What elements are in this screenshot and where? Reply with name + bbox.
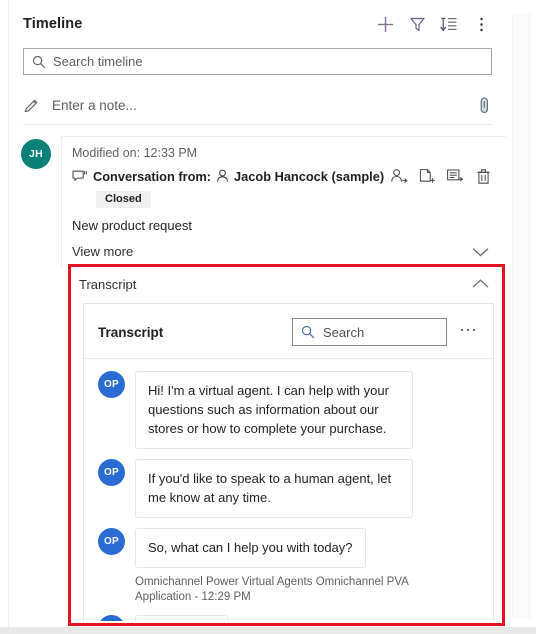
- add-record-button[interactable]: [370, 9, 400, 39]
- message-meta: Omnichannel Power Virtual Agents Omnicha…: [135, 576, 409, 603]
- transcript-search-input[interactable]: Search: [292, 318, 447, 346]
- avatar: JH: [21, 139, 51, 169]
- message-body: So, what can I help you with today? Omni…: [135, 528, 483, 605]
- page-title: Timeline: [23, 16, 83, 32]
- message-bubble: Store hours: [135, 615, 229, 621]
- transcript-message: CU Store hours: [98, 615, 483, 621]
- message-body: Store hours: [135, 615, 483, 621]
- view-more-row: View more: [72, 244, 496, 267]
- plus-icon: [376, 15, 395, 34]
- avatar: CU: [98, 615, 125, 621]
- message-bubble: Hi! I'm a virtual agent. I can help with…: [135, 371, 413, 449]
- avatar: OP: [98, 459, 125, 486]
- delete-icon[interactable]: [474, 167, 492, 185]
- add-to-queue-icon[interactable]: [418, 167, 436, 185]
- note-placeholder: Enter a note...: [52, 97, 137, 113]
- transcript-message: OP So, what can I help you with today? O…: [98, 528, 483, 605]
- avatar: OP: [98, 528, 125, 555]
- bottom-strip: [0, 627, 536, 634]
- chevron-down-icon[interactable]: [471, 246, 496, 258]
- right-rail-scroll-track[interactable]: [512, 14, 530, 618]
- message-bubble: So, what can I help you with today?: [135, 528, 366, 568]
- left-gutter: [0, 0, 9, 634]
- view-more-link[interactable]: View more: [72, 244, 133, 259]
- avatar: OP: [98, 371, 125, 398]
- header-actions: [370, 9, 496, 39]
- search-icon: [301, 325, 315, 339]
- panel-header: Timeline: [9, 0, 506, 48]
- transcript-card-title: Transcript: [98, 324, 164, 340]
- timeline-panel-root: Timeline Search timeline Enter a note...…: [0, 0, 536, 634]
- sort-descending-icon: [440, 16, 458, 33]
- filter-button[interactable]: [402, 9, 432, 39]
- transcript-message: OP Hi! I'm a virtual agent. I can help w…: [98, 371, 483, 449]
- right-rail: [505, 0, 536, 634]
- paperclip-icon[interactable]: [476, 96, 492, 115]
- chevron-up-icon[interactable]: [471, 278, 490, 290]
- note-row[interactable]: Enter a note...: [23, 88, 492, 125]
- transcript-section: Transcript Transcript Search OP Hi! I'm …: [71, 267, 502, 623]
- transcript-section-header[interactable]: Transcript: [71, 267, 502, 301]
- record-actions: [390, 167, 496, 185]
- message-body: If you'd like to speak to a human agent,…: [135, 459, 483, 518]
- status-badge: Closed: [96, 191, 151, 208]
- record-title-row: Conversation from: Jacob Hancock (sample…: [72, 167, 496, 185]
- add-note-icon[interactable]: [446, 167, 464, 185]
- sort-button[interactable]: [434, 9, 464, 39]
- transcript-card: Transcript Search OP Hi! I'm a virtual a…: [83, 303, 494, 621]
- record-card[interactable]: Modified on: 12:33 PM Conversation from:: [61, 136, 506, 267]
- search-timeline-placeholder: Search timeline: [53, 54, 143, 69]
- record-title: Conversation from:: [93, 168, 212, 184]
- more-vertical-icon: [479, 16, 484, 33]
- search-icon: [32, 55, 46, 69]
- transcript-search-placeholder: Search: [323, 324, 365, 340]
- search-row: Search timeline: [9, 48, 506, 75]
- message-body: Hi! I'm a virtual agent. I can help with…: [135, 371, 483, 449]
- transcript-section-label: Transcript: [79, 276, 137, 292]
- filter-icon: [409, 16, 426, 33]
- record-modified-on: Modified on: 12:33 PM: [72, 146, 198, 160]
- more-commands-button[interactable]: [466, 9, 496, 39]
- record-person-link[interactable]: Jacob Hancock (sample): [234, 169, 384, 184]
- assign-icon[interactable]: [390, 167, 408, 185]
- transcript-message: OP If you'd like to speak to a human age…: [98, 459, 483, 518]
- search-timeline-input[interactable]: Search timeline: [23, 48, 492, 75]
- message-bubble: If you'd like to speak to a human agent,…: [135, 459, 413, 518]
- transcript-messages: OP Hi! I'm a virtual agent. I can help w…: [84, 359, 493, 621]
- ellipsis-icon[interactable]: [459, 327, 479, 337]
- contact-icon: [216, 169, 229, 183]
- transcript-toolbar: Transcript Search: [84, 304, 493, 359]
- record-subject: New product request: [72, 218, 192, 233]
- timeline-record: JH Modified on: 12:33 PM Conversation fr…: [9, 136, 506, 267]
- pencil-icon: [23, 97, 40, 114]
- conversation-icon: [72, 169, 88, 184]
